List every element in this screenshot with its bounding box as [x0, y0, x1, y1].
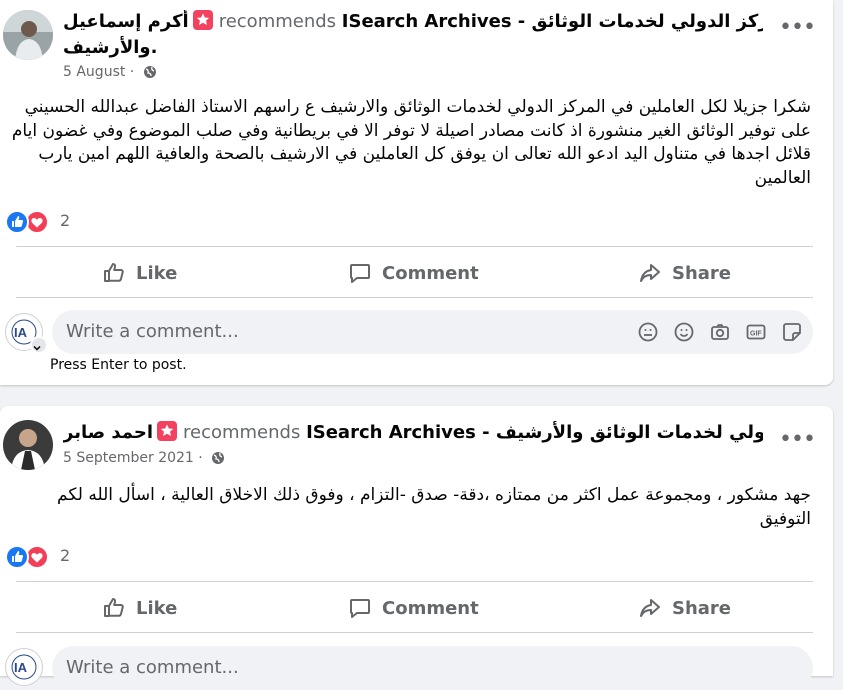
comment-button[interactable]: Comment: [348, 255, 479, 291]
camera-icon[interactable]: [709, 321, 731, 343]
reaction-count: 2: [60, 546, 71, 565]
post-card: أكرم إسماعيل recommends ISearch Archives …: [0, 0, 833, 385]
author-name[interactable]: احمد صابر: [63, 422, 153, 443]
globe-icon: [143, 65, 157, 84]
svg-text:IA: IA: [14, 325, 28, 340]
comment-placeholder: Write a comment...: [66, 321, 239, 342]
share-button[interactable]: Share: [638, 590, 731, 626]
globe-icon: [211, 451, 225, 470]
like-reaction-icon: [5, 210, 29, 234]
post-text: جهد مشكور ، ومجموعة عمل اكثر من ممتازه ،…: [57, 485, 811, 529]
emoji-icon[interactable]: [673, 321, 695, 343]
like-button[interactable]: Like: [102, 590, 177, 626]
comment-input[interactable]: Write a comment...: [52, 646, 813, 690]
more-dots-icon[interactable]: •••: [779, 429, 816, 458]
comment-label: Comment: [382, 262, 479, 284]
comment-tools: GIF: [637, 321, 803, 343]
sticker-icon[interactable]: [781, 321, 803, 343]
page-avatar[interactable]: IA: [5, 313, 48, 354]
star-badge-icon: [156, 421, 177, 441]
divider: [16, 632, 813, 633]
recommends-text: recommends: [182, 422, 301, 443]
divider: [16, 581, 813, 582]
post-card: احمد صابر recommends ISearch Archives - ا…: [0, 406, 833, 690]
star-badge-icon: [192, 10, 213, 30]
page-name[interactable]: ISearch Archives - المركز الدولي لخدمات …: [306, 422, 763, 443]
post-meta: 5 August ·: [63, 63, 157, 84]
share-arrow-icon: [640, 599, 660, 617]
avatar-sticker-icon[interactable]: [637, 321, 659, 343]
share-arrow-icon: [640, 264, 660, 282]
author-name[interactable]: أكرم إسماعيل: [63, 11, 189, 32]
divider: [16, 246, 813, 247]
post-header: احمد صابر recommends ISearch Archives - ا…: [63, 421, 763, 445]
share-label: Share: [672, 262, 732, 284]
svg-text:GIF: GIF: [750, 331, 762, 338]
like-reaction-icon: [5, 545, 29, 569]
page-name-continued[interactable]: والأرشيف.: [63, 36, 157, 60]
post-date[interactable]: 5 September 2021: [63, 450, 194, 466]
divider: [16, 297, 813, 298]
gif-icon[interactable]: GIF: [745, 321, 767, 343]
post-meta: 5 September 2021 ·: [63, 449, 225, 470]
comment-placeholder: Write a comment...: [66, 657, 239, 678]
press-enter-hint: Press Enter to post.: [50, 357, 187, 373]
like-label: Like: [136, 597, 178, 619]
reaction-count: 2: [60, 211, 71, 230]
share-button[interactable]: Share: [638, 255, 731, 291]
author-avatar[interactable]: [3, 10, 53, 60]
comment-label: Comment: [382, 597, 479, 619]
recommends-text: recommends: [218, 11, 337, 32]
page-avatar[interactable]: IA: [5, 648, 43, 686]
like-button[interactable]: Like: [102, 255, 177, 291]
more-dots-icon[interactable]: •••: [779, 17, 816, 46]
post-date[interactable]: 5 August: [63, 64, 125, 80]
speech-bubble-icon: [350, 599, 370, 618]
comment-button[interactable]: Comment: [348, 590, 479, 626]
thumbs-up-icon: [104, 598, 124, 617]
comment-input[interactable]: Write a comment... GIF: [52, 310, 813, 354]
post-header: أكرم إسماعيل recommends ISearch Archives …: [63, 10, 763, 34]
svg-text:IA: IA: [14, 660, 28, 675]
thumbs-up-icon: [104, 263, 124, 282]
chevron-down-icon[interactable]: [30, 336, 48, 354]
speech-bubble-icon: [350, 264, 370, 283]
post-text: شكرا جزيلا لكل العاملين في المركز الدولي…: [11, 97, 811, 188]
like-label: Like: [136, 262, 178, 284]
page-name[interactable]: ISearch Archives - المركز الدولي لخدمات …: [342, 11, 763, 32]
share-label: Share: [672, 597, 732, 619]
author-avatar[interactable]: [3, 420, 53, 470]
